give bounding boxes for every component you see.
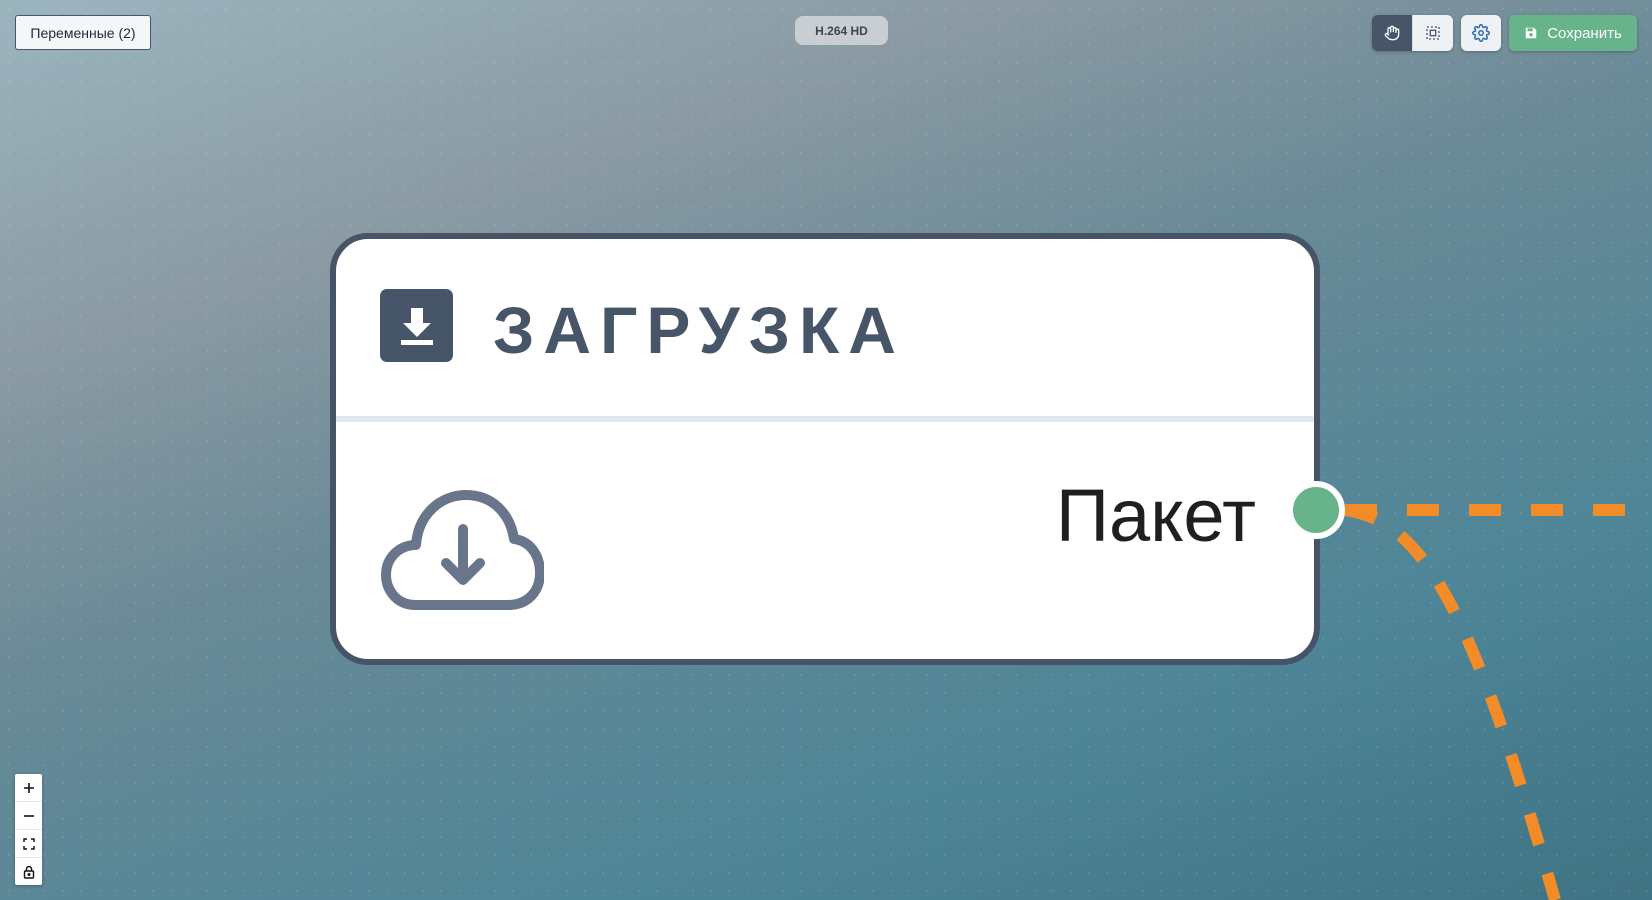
- lock-button[interactable]: [15, 858, 42, 885]
- tool-mode-group: [1372, 15, 1453, 51]
- node-title: ЗАГРУЗКА: [493, 293, 905, 367]
- fit-view-icon: [22, 837, 35, 850]
- cloud-download-icon: [381, 490, 544, 610]
- zoom-in-button[interactable]: [15, 774, 42, 802]
- lock-icon: [23, 865, 34, 879]
- gear-icon: [1472, 24, 1490, 42]
- pan-tool-button[interactable]: [1372, 15, 1412, 51]
- download-icon: [380, 289, 453, 362]
- hand-icon: [1384, 25, 1400, 41]
- zoom-out-icon: [23, 814, 34, 817]
- select-tool-button[interactable]: [1412, 15, 1453, 51]
- save-button[interactable]: Сохранить: [1509, 15, 1637, 51]
- zoom-out-button[interactable]: [15, 802, 42, 830]
- settings-button[interactable]: [1461, 15, 1501, 51]
- connection-edge-down[interactable]: [1344, 504, 1561, 900]
- zoom-controls: [15, 774, 42, 885]
- output-label: Пакет: [1055, 474, 1256, 557]
- download-node[interactable]: ЗАГРУЗКА Пакет: [330, 233, 1320, 665]
- format-badge: H.264 HD: [795, 16, 888, 45]
- output-port[interactable]: [1287, 481, 1345, 539]
- floppy-disk-icon: [1525, 27, 1537, 39]
- node-header: ЗАГРУЗКА: [336, 239, 1314, 422]
- variables-button[interactable]: Переменные (2): [15, 15, 151, 50]
- selection-box-icon: [1426, 26, 1440, 40]
- fit-view-button[interactable]: [15, 830, 42, 858]
- save-button-label: Сохранить: [1547, 24, 1622, 42]
- zoom-in-icon: [23, 782, 34, 793]
